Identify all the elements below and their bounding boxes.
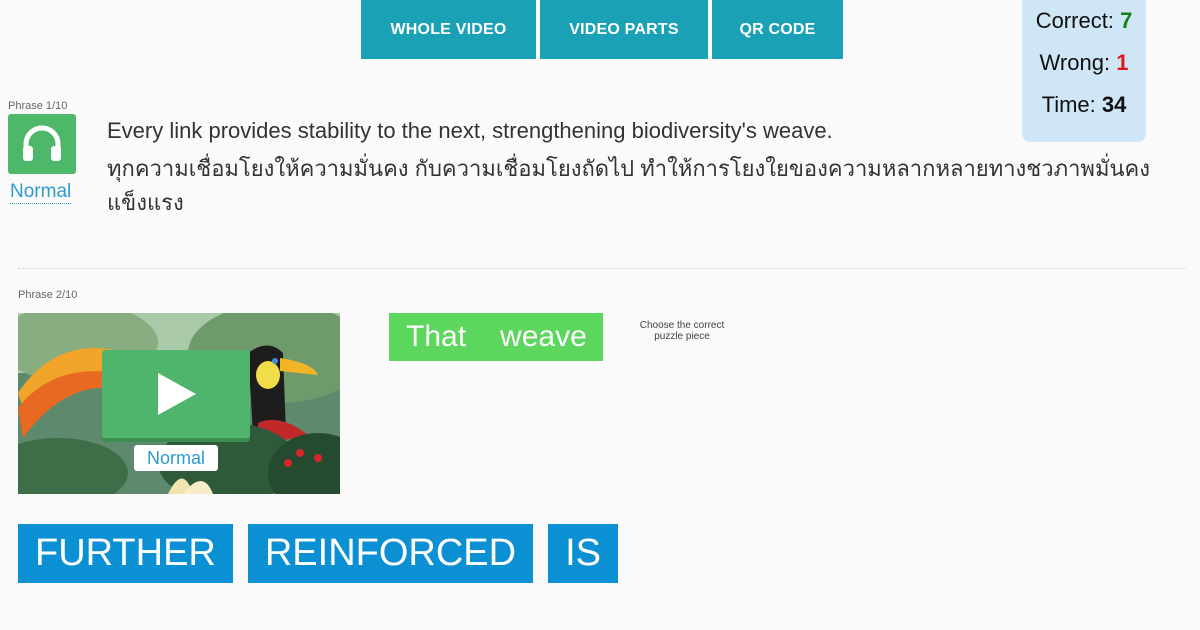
top-nav: WHOLE VIDEO VIDEO PARTS QR CODE (361, 0, 843, 59)
phrase-1-speed-link[interactable]: Normal (10, 181, 72, 204)
answer-box: That weave (389, 313, 603, 361)
puzzle-piece-is[interactable]: IS (548, 524, 618, 583)
answer-word: weave (500, 320, 587, 353)
video-speed-toggle[interactable]: Normal (134, 445, 218, 471)
phrase-divider (18, 268, 1186, 269)
play-video-button[interactable] (102, 350, 250, 438)
correct-count: Correct: 7 (1022, 8, 1146, 34)
instruction-text: Choose the correct puzzle piece (639, 320, 725, 342)
puzzle-piece-further[interactable]: FURTHER (18, 524, 233, 583)
wrong-value: 1 (1116, 50, 1129, 75)
video-thumbnail[interactable]: Normal (18, 313, 340, 494)
wrong-label: Wrong: (1039, 50, 1111, 75)
score-panel: Correct: 7 Wrong: 1 Time: 34 (1022, 0, 1146, 142)
whole-video-button[interactable]: WHOLE VIDEO (361, 0, 536, 59)
play-audio-button[interactable] (8, 114, 76, 174)
time-label: Time: (1041, 92, 1096, 117)
headphones-icon (23, 125, 61, 161)
qr-code-button[interactable]: QR CODE (712, 0, 843, 59)
phrase-1-thai: ทุกความเชื่อมโยงให้ความมั่นคง กับความเชื… (107, 156, 1150, 215)
play-icon (158, 373, 196, 415)
wrong-count: Wrong: 1 (1022, 50, 1146, 76)
time-value: 34 (1101, 92, 1127, 117)
answer-word: That (406, 320, 467, 353)
phrase-1-english: Every link provides stability to the nex… (107, 118, 833, 143)
timer: Time: 34 (1022, 92, 1146, 118)
puzzle-piece-reinforced[interactable]: REINFORCED (247, 524, 534, 583)
phrase-2-label: Phrase 2/10 (18, 289, 78, 301)
video-parts-button[interactable]: VIDEO PARTS (540, 0, 708, 59)
correct-value: 7 (1120, 8, 1133, 33)
correct-label: Correct: (1035, 8, 1114, 33)
phrase-1-label: Phrase 1/10 (8, 100, 68, 112)
puzzle-pieces: FURTHER REINFORCED IS (18, 524, 618, 583)
